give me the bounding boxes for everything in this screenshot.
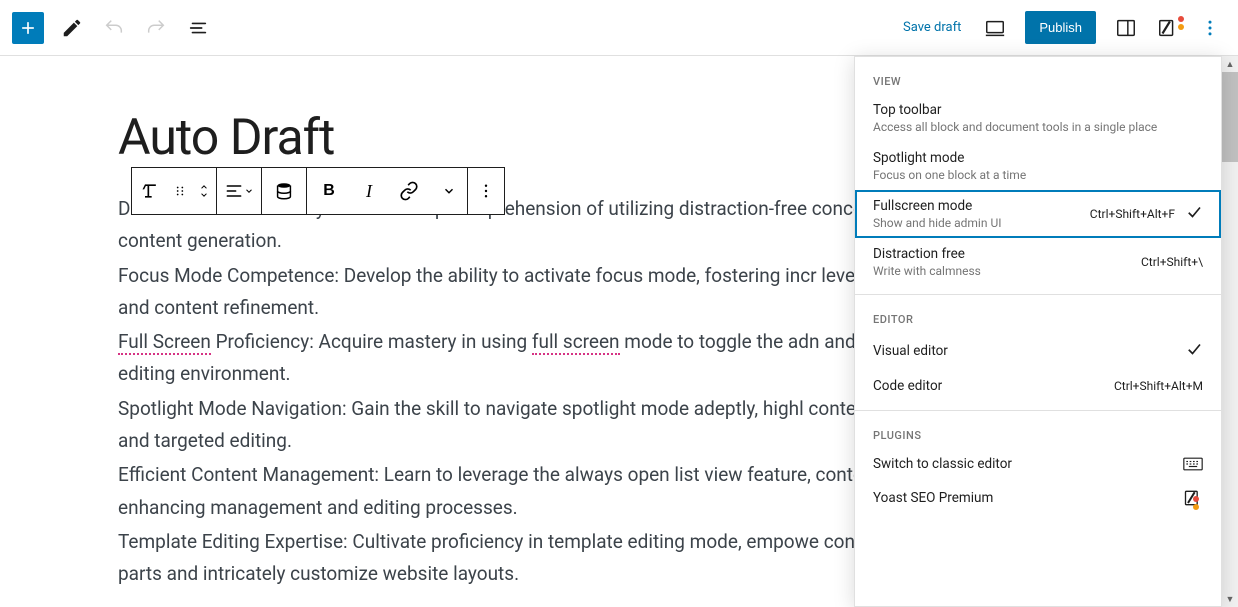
undo-button[interactable]: [94, 8, 134, 48]
keyboard-icon: [1181, 457, 1203, 471]
document-overview-button[interactable]: [178, 8, 218, 48]
menu-section-editor: Editor: [855, 295, 1221, 332]
more-rich-text-button[interactable]: [431, 168, 467, 214]
menu-item-visual-editor[interactable]: Visual editor: [855, 332, 1221, 370]
check-icon: [1185, 203, 1203, 225]
keyboard-shortcut: Ctrl+Shift+\: [1141, 255, 1203, 269]
editor-topbar: Save draft Publish: [0, 0, 1238, 56]
block-type-button[interactable]: [132, 168, 168, 214]
link-button[interactable]: [387, 168, 431, 214]
add-block-button[interactable]: [12, 12, 44, 44]
grammar-underline: full screen: [532, 330, 620, 355]
keyboard-shortcut: Ctrl+Shift+Alt+F: [1090, 207, 1175, 221]
menu-item-spotlight[interactable]: Spotlight mode Focus on one block at a t…: [855, 142, 1221, 190]
topbar-right: Save draft Publish: [903, 8, 1230, 48]
scrollbar[interactable]: ▲ ▼: [1222, 56, 1238, 607]
options-menu-button[interactable]: [1190, 8, 1230, 48]
redo-button[interactable]: [136, 8, 176, 48]
italic-button[interactable]: I: [351, 168, 387, 214]
block-options-button[interactable]: [468, 168, 504, 214]
menu-item-code-editor[interactable]: Code editor Ctrl+Shift+Alt+M: [855, 370, 1221, 402]
menu-section-plugins: Plugins: [855, 411, 1221, 448]
move-updown-button[interactable]: [192, 168, 216, 214]
bold-button[interactable]: B: [307, 168, 351, 214]
check-icon: [1185, 340, 1203, 362]
yoast-button[interactable]: [1148, 8, 1188, 48]
tools-button[interactable]: [52, 8, 92, 48]
settings-sidebar-button[interactable]: [1106, 8, 1146, 48]
menu-item-distraction-free[interactable]: Distraction free Write with calmness Ctr…: [855, 238, 1221, 286]
block-toolbar: B I: [131, 167, 505, 215]
menu-item-fullscreen[interactable]: Fullscreen mode Show and hide admin UI C…: [855, 190, 1221, 238]
drag-handle-button[interactable]: [168, 168, 192, 214]
grammar-underline: Full Screen: [118, 330, 211, 355]
scrollbar-thumb[interactable]: [1222, 72, 1238, 162]
publish-button[interactable]: Publish: [1025, 11, 1096, 44]
menu-section-view: View: [855, 57, 1221, 94]
menu-item-top-toolbar[interactable]: Top toolbar Access all block and documen…: [855, 94, 1221, 142]
menu-item-classic-editor[interactable]: Switch to classic editor: [855, 448, 1221, 480]
preview-button[interactable]: [975, 8, 1015, 48]
yoast-status-dots-icon: [1178, 16, 1184, 30]
topbar-left: [8, 8, 218, 48]
yoast-icon: [1181, 488, 1203, 508]
keyboard-shortcut: Ctrl+Shift+Alt+M: [1114, 379, 1203, 393]
align-button[interactable]: [217, 168, 261, 214]
options-dropdown: View Top toolbar Access all block and do…: [854, 56, 1222, 607]
scroll-down-icon[interactable]: ▼: [1222, 591, 1238, 607]
scroll-up-icon[interactable]: ▲: [1222, 56, 1238, 72]
save-draft-button[interactable]: Save draft: [903, 20, 961, 35]
menu-item-yoast[interactable]: Yoast SEO Premium: [855, 480, 1221, 516]
heading-level-button[interactable]: [262, 168, 306, 214]
